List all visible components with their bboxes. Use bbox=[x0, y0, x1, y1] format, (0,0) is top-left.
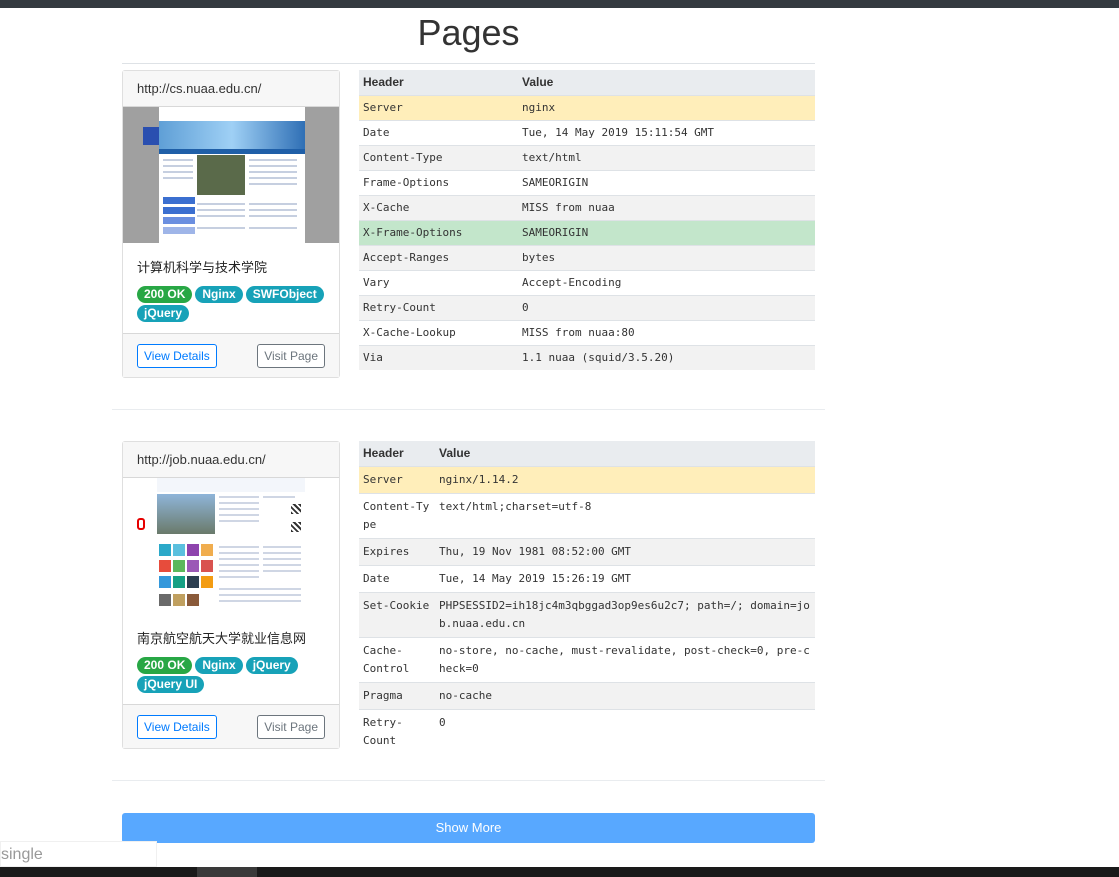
table-row: Vary Accept-Encoding bbox=[359, 269, 815, 295]
column-header-value: Value bbox=[518, 70, 815, 96]
taskbar-item[interactable] bbox=[197, 867, 257, 877]
badge-list: 200 OK Nginx SWFObject jQuery bbox=[137, 286, 325, 322]
tech-badge: Nginx bbox=[195, 286, 243, 303]
table-row: Cache-Control no-store, no-cache, must-re… bbox=[359, 636, 815, 682]
browser-top-bar bbox=[0, 0, 1119, 8]
page-url: http://job.nuaa.edu.cn/ bbox=[123, 442, 339, 478]
tech-badge: Nginx bbox=[195, 657, 243, 674]
table-row: Expires Thu, 19 Nov 1981 08:52:00 GMT bbox=[359, 537, 815, 565]
page-title-text: 南京航空航天大学就业信息网 bbox=[137, 631, 307, 646]
table-row: Retry-Count 0 bbox=[359, 708, 815, 754]
visit-page-button[interactable]: Visit Page bbox=[257, 715, 325, 739]
view-details-button[interactable]: View Details bbox=[137, 344, 217, 368]
tech-badge: jQuery bbox=[137, 305, 190, 322]
tech-badge: jQuery bbox=[245, 657, 298, 674]
table-row: Content-Type text/html;charset=utf-8 bbox=[359, 492, 815, 538]
page-card: http://cs.nuaa.edu.cn/ 计算机科学与技术学院 200 OK bbox=[122, 70, 340, 378]
section-divider bbox=[112, 409, 825, 410]
table-row: Server nginx bbox=[359, 94, 815, 120]
table-row: X-Cache-Lookup MISS from nuaa:80 bbox=[359, 319, 815, 345]
headers-table: Header Value Server nginx/1.14.2 Content-… bbox=[359, 441, 815, 754]
table-row: Accept-Ranges bytes bbox=[359, 244, 815, 270]
table-row: Date Tue, 14 May 2019 15:26:19 GMT bbox=[359, 564, 815, 592]
card-footer: View Details Visit Page bbox=[123, 704, 339, 748]
page-screenshot-thumbnail[interactable] bbox=[123, 107, 339, 243]
table-row: Pragma no-cache bbox=[359, 681, 815, 709]
table-row: X-Frame-Options SAMEORIGIN bbox=[359, 219, 815, 245]
show-more-button[interactable]: Show More bbox=[122, 813, 815, 843]
section-divider bbox=[112, 780, 825, 781]
page-screenshot-thumbnail[interactable] bbox=[123, 478, 339, 614]
page-url: http://cs.nuaa.edu.cn/ bbox=[123, 71, 339, 107]
table-row: X-Cache MISS from nuaa bbox=[359, 194, 815, 220]
table-row: Server nginx/1.14.2 bbox=[359, 465, 815, 493]
title-divider bbox=[122, 63, 815, 64]
tech-badge: SWFObject bbox=[245, 286, 324, 303]
headers-table: Header Value Server nginx Date Tue, 14 May… bbox=[359, 70, 815, 370]
tech-badge: jQuery UI bbox=[137, 676, 205, 693]
search-input[interactable]: single bbox=[0, 841, 157, 867]
status-badge: 200 OK bbox=[137, 657, 193, 674]
status-badge: 200 OK bbox=[137, 286, 193, 303]
page-title: Pages bbox=[417, 12, 520, 53]
card-footer: View Details Visit Page bbox=[123, 333, 339, 377]
page-title-text: 计算机科学与技术学院 bbox=[137, 260, 268, 275]
visit-page-button[interactable]: Visit Page bbox=[257, 344, 325, 368]
table-row: Set-Cookie PHPSESSID2=ih18jc4m3qbggad3op9… bbox=[359, 591, 815, 637]
table-row: Via 1.1 nuaa (squid/3.5.20) bbox=[359, 344, 815, 370]
badge-list: 200 OK Nginx jQuery jQuery UI bbox=[137, 657, 325, 693]
table-row: Retry-Count 0 bbox=[359, 294, 815, 320]
column-header-value: Value bbox=[435, 441, 815, 467]
column-header-name: Header bbox=[359, 70, 518, 96]
taskbar bbox=[0, 867, 1119, 877]
table-row: Date Tue, 14 May 2019 15:11:54 GMT bbox=[359, 119, 815, 145]
view-details-button[interactable]: View Details bbox=[137, 715, 217, 739]
column-header-name: Header bbox=[359, 441, 435, 467]
table-row: Content-Type text/html bbox=[359, 144, 815, 170]
table-row: Frame-Options SAMEORIGIN bbox=[359, 169, 815, 195]
page-card: http://job.nuaa.edu.cn/ 南京航空航天大学就业信息网 20… bbox=[122, 441, 340, 749]
